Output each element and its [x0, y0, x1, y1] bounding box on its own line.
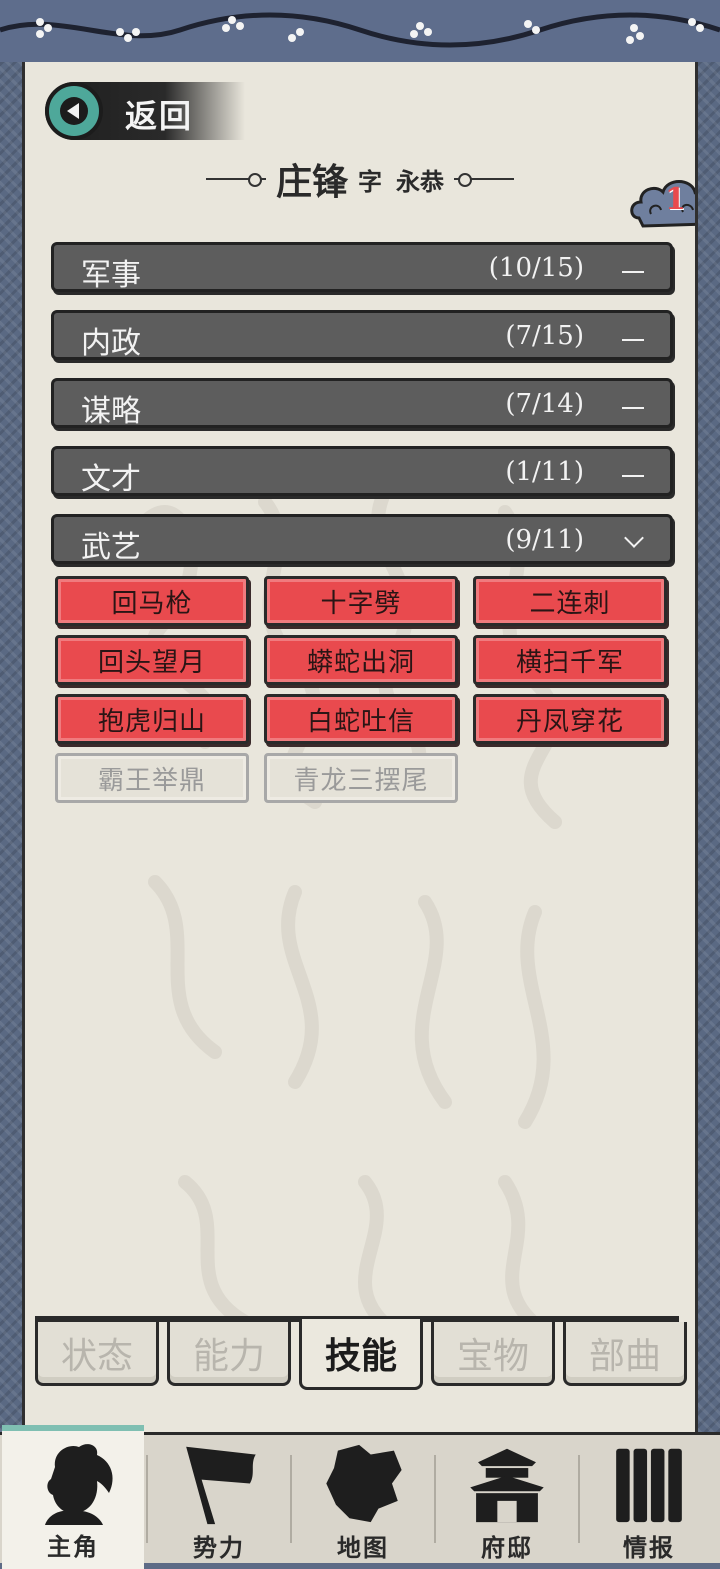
bottom-nav: 主角 势力 地图 府邸 情报	[0, 1425, 720, 1569]
collapse-icon	[622, 329, 644, 343]
right-frame-border	[698, 62, 720, 1432]
skill-button[interactable]: 回马枪	[55, 576, 249, 626]
category-label: 内政	[81, 326, 141, 361]
nav-label: 地图	[337, 1534, 389, 1562]
skill-button-locked[interactable]: 霸王举鼎	[55, 753, 249, 803]
chevron-down-icon	[622, 533, 644, 547]
nav-intelligence[interactable]: 情报	[578, 1435, 720, 1563]
skill-button[interactable]: 横扫千军	[473, 635, 667, 685]
map-territory-icon	[326, 1444, 402, 1523]
bamboo-scroll-icon	[616, 1448, 682, 1523]
right-ornament-icon	[454, 172, 514, 187]
skill-button[interactable]: 蟒蛇出洞	[264, 635, 458, 685]
warrior-portrait-icon	[45, 1444, 113, 1525]
nav-label: 府邸	[481, 1534, 533, 1562]
skill-button[interactable]: 回头望月	[55, 635, 249, 685]
tab-treasure[interactable]: 宝物	[431, 1322, 555, 1386]
nav-label: 势力	[193, 1534, 245, 1562]
courtesy-name-label: 字	[358, 167, 382, 196]
category-label: 军事	[81, 258, 141, 293]
collapse-icon	[622, 261, 644, 275]
nav-label: 情报	[623, 1534, 675, 1562]
character-name-header: 庄锋 字 永恭	[25, 154, 695, 204]
category-label: 武艺	[81, 530, 141, 565]
banner-flag-icon	[186, 1446, 256, 1525]
tab-troops[interactable]: 部曲	[563, 1322, 687, 1386]
skill-button[interactable]: 白蛇吐信	[264, 694, 458, 744]
left-frame-border	[0, 62, 22, 1432]
skill-button-locked[interactable]: 青龙三摆尾	[264, 753, 458, 803]
category-strategy[interactable]: 谋略 (7/14)	[51, 378, 673, 429]
collapse-icon	[622, 465, 644, 479]
vine-ornament-icon	[0, 12, 720, 48]
tab-status[interactable]: 状态	[35, 1322, 159, 1386]
nav-map[interactable]: 地图	[292, 1435, 434, 1563]
category-label: 文才	[81, 462, 141, 497]
category-count: (10/15)	[488, 253, 584, 283]
tab-ability[interactable]: 能力	[167, 1322, 291, 1386]
mansion-gate-icon	[470, 1448, 544, 1523]
nav-protagonist[interactable]: 主角	[2, 1425, 144, 1569]
skill-points-badge[interactable]: 1	[629, 174, 695, 236]
tab-skills[interactable]: 技能	[299, 1316, 423, 1390]
skill-button[interactable]: 十字劈	[264, 576, 458, 626]
category-count: (7/15)	[505, 321, 584, 351]
back-arrow-icon	[45, 82, 103, 140]
category-literature[interactable]: 文才 (1/11)	[51, 446, 673, 497]
nav-faction[interactable]: 势力	[148, 1435, 290, 1563]
category-label: 谋略	[81, 394, 141, 429]
skill-panel: 返回 庄锋 字 永恭 1 军事 (10/15) 内政 (7/15) 谋略 (7/…	[22, 62, 698, 1434]
skill-button[interactable]: 丹凤穿花	[473, 694, 667, 744]
category-count: (9/11)	[505, 525, 584, 555]
cloud-icon	[630, 180, 695, 228]
collapse-icon	[622, 397, 644, 411]
back-button[interactable]: 返回	[45, 82, 245, 140]
courtesy-name: 永恭	[396, 167, 444, 196]
back-label: 返回	[125, 97, 194, 135]
skill-button[interactable]: 抱虎归山	[55, 694, 249, 744]
top-floral-border	[0, 0, 720, 65]
category-martial-arts[interactable]: 武艺 (9/11)	[51, 514, 673, 565]
character-name: 庄锋	[275, 162, 348, 203]
skill-points-count: 1	[665, 182, 686, 217]
category-military[interactable]: 军事 (10/15)	[51, 242, 673, 293]
skill-button[interactable]: 二连刺	[473, 576, 667, 626]
category-administration[interactable]: 内政 (7/15)	[51, 310, 673, 361]
nav-label: 主角	[47, 1533, 99, 1561]
nav-mansion[interactable]: 府邸	[436, 1435, 578, 1563]
category-count: (1/11)	[505, 457, 584, 487]
category-count: (7/14)	[505, 389, 584, 419]
panel-tabs: 状态 能力 技能 宝物 部曲	[35, 1316, 691, 1432]
left-ornament-icon	[205, 172, 266, 187]
